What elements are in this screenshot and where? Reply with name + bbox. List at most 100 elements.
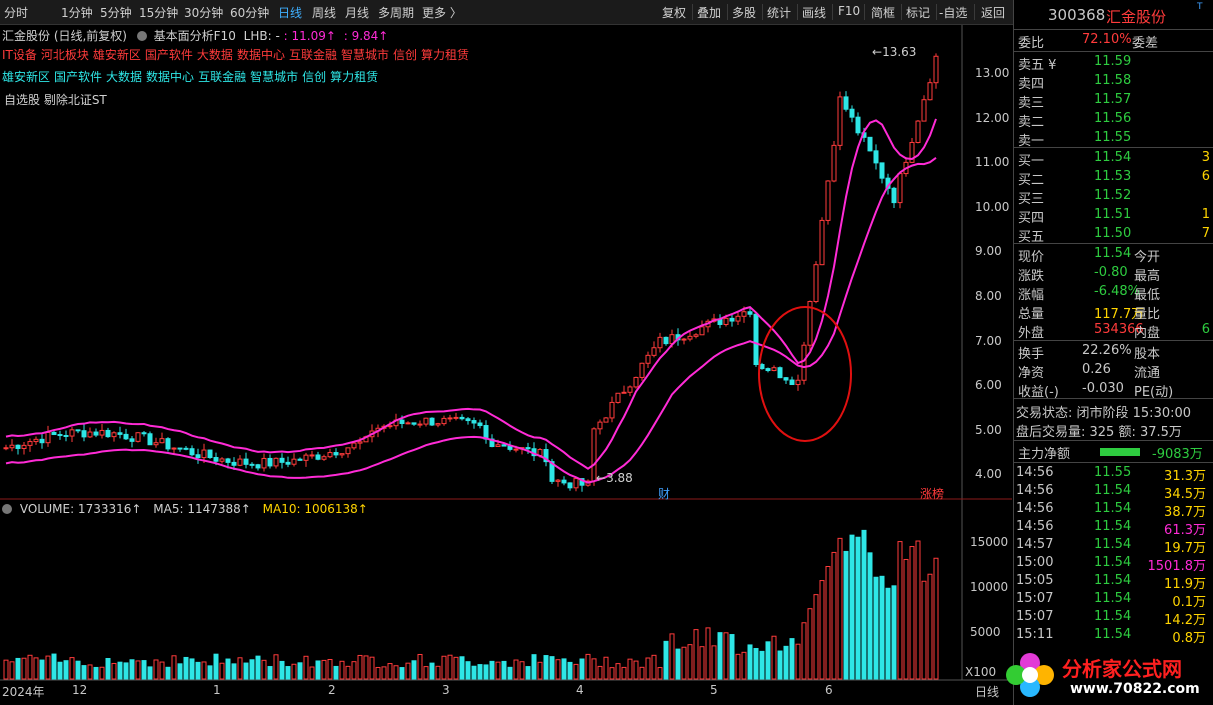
price-tick: 13.00 bbox=[975, 66, 1010, 80]
candle-body bbox=[33, 438, 39, 443]
candle-body bbox=[927, 82, 933, 101]
candle-body bbox=[753, 313, 759, 366]
time-tick: 2 bbox=[328, 683, 336, 697]
price-tick: 4.00 bbox=[975, 467, 1002, 482]
period-more[interactable]: 更多 〉 bbox=[422, 4, 462, 21]
mark-button[interactable]: 标记 bbox=[906, 4, 930, 21]
volume-bar bbox=[411, 660, 417, 680]
concept-tag[interactable]: 大数据 bbox=[197, 48, 233, 62]
kline-chart-area[interactable]: 汇金股份 (日线,前复权) 基本面分析F10 LHB: - : 11.09↑ :… bbox=[0, 25, 1012, 703]
concept-tag[interactable]: 数据中心 bbox=[146, 70, 194, 84]
volume-bar bbox=[747, 644, 753, 680]
volume-bar bbox=[207, 665, 213, 680]
volume-bar bbox=[561, 658, 567, 680]
f10-label[interactable]: 基本面分析F10 bbox=[154, 29, 236, 43]
candle-body bbox=[513, 448, 519, 451]
volume-bar bbox=[615, 663, 621, 680]
volume-bar bbox=[855, 536, 861, 680]
price-tick: 6.00 bbox=[975, 378, 1002, 393]
concept-tag[interactable]: 国产软件 bbox=[145, 48, 193, 62]
concept-tag[interactable]: 算力租赁 bbox=[421, 48, 469, 62]
concept-tag[interactable]: 信创 bbox=[393, 48, 417, 62]
volume-bar bbox=[909, 546, 915, 680]
concept-tag[interactable]: 智慧城市 bbox=[250, 70, 298, 84]
dropdown-circle-icon[interactable] bbox=[136, 31, 147, 41]
fuquan-button[interactable]: 复权 bbox=[662, 4, 686, 21]
period-daily[interactable]: 日线 bbox=[278, 4, 302, 21]
candle-body bbox=[255, 464, 261, 469]
volume-bar bbox=[375, 666, 381, 680]
volume-bar bbox=[159, 661, 165, 680]
simple-frame-button[interactable]: 简框 bbox=[871, 4, 895, 21]
concept-tag[interactable]: 河北板块 bbox=[41, 48, 89, 62]
candle-body bbox=[225, 458, 231, 463]
volume-bar bbox=[603, 656, 609, 680]
period-monthly[interactable]: 月线 bbox=[345, 4, 369, 21]
candle-body bbox=[81, 430, 87, 438]
concept-tag[interactable]: 互联金融 bbox=[289, 48, 337, 62]
period-multi[interactable]: 多周期 bbox=[378, 4, 414, 21]
draw-line-button[interactable]: 画线 bbox=[802, 4, 826, 21]
candle-body bbox=[561, 479, 567, 484]
price-tick: 7.00 bbox=[975, 333, 1002, 348]
time-tick: 2024年 bbox=[2, 685, 45, 699]
candle-body bbox=[9, 444, 15, 449]
candle-body bbox=[573, 478, 579, 489]
concept-tag[interactable]: 互联金融 bbox=[198, 70, 246, 84]
period-30min[interactable]: 30分钟 bbox=[184, 4, 223, 21]
candle-body bbox=[105, 429, 111, 438]
concept-tag[interactable]: 国产软件 bbox=[54, 70, 102, 84]
concept-tag[interactable]: 算力租赁 bbox=[330, 70, 378, 84]
period-1min[interactable]: 1分钟 bbox=[61, 4, 93, 21]
candle-body bbox=[117, 432, 123, 435]
period-15min[interactable]: 15分钟 bbox=[139, 4, 178, 21]
ask-row: 卖一 11.55 bbox=[1018, 130, 1132, 149]
volume-bar bbox=[489, 660, 495, 680]
concept-tag[interactable]: 数据中心 bbox=[237, 48, 285, 62]
cai-marker[interactable]: 财 bbox=[658, 485, 670, 502]
volume-header: VOLUME: 1733316↑ MA5: 1147388↑ MA10: 100… bbox=[2, 502, 368, 516]
back-button[interactable]: 返回 bbox=[981, 4, 1005, 21]
candle-body bbox=[219, 458, 225, 462]
candle-body bbox=[129, 438, 135, 442]
stats-button[interactable]: 统计 bbox=[767, 4, 791, 21]
candle-body bbox=[765, 368, 771, 372]
logo-title: 分析家公式网 bbox=[1062, 657, 1182, 681]
stock-code: 300368 bbox=[1048, 6, 1106, 24]
period-5min[interactable]: 5分钟 bbox=[100, 4, 132, 21]
period-weekly[interactable]: 周线 bbox=[312, 4, 336, 21]
candle-body bbox=[465, 418, 471, 422]
concept-tag[interactable]: IT设备 bbox=[2, 48, 37, 62]
volume-bar bbox=[399, 667, 405, 680]
volume-bar bbox=[219, 662, 225, 680]
concept-tag[interactable]: 雄安新区 bbox=[93, 48, 141, 62]
concept-tag[interactable]: 信创 bbox=[302, 70, 326, 84]
volume-dropdown-icon[interactable] bbox=[2, 504, 12, 514]
stat-row: 现价 11.54 今开 bbox=[1018, 246, 1161, 265]
concept-tag[interactable]: 雄安新区 bbox=[2, 70, 50, 84]
volume-bar bbox=[267, 666, 273, 680]
period-60min[interactable]: 60分钟 bbox=[230, 4, 269, 21]
candle-body bbox=[267, 457, 273, 467]
candle-body bbox=[39, 438, 45, 444]
overlay-button[interactable]: 叠加 bbox=[697, 4, 721, 21]
candle-body bbox=[501, 444, 507, 447]
concept-tag[interactable]: 智慧城市 bbox=[341, 48, 389, 62]
candle-body bbox=[447, 417, 453, 420]
candle-body bbox=[87, 431, 93, 438]
volume-bar bbox=[285, 666, 291, 680]
volume-bar bbox=[3, 659, 9, 680]
period-fenshi[interactable]: 分时 bbox=[4, 4, 28, 21]
axis-corner-label[interactable]: 日线 bbox=[975, 683, 999, 700]
candle-body bbox=[3, 447, 9, 450]
f10-button[interactable]: F10 bbox=[838, 4, 860, 18]
remove-watchlist-button[interactable]: -自选 bbox=[939, 4, 967, 21]
candle-body bbox=[171, 447, 177, 450]
concept-tag[interactable]: 大数据 bbox=[106, 70, 142, 84]
candle-body bbox=[555, 479, 561, 482]
tick-row: 14:57 11.54 19.7万 bbox=[1016, 537, 1206, 556]
candle-body bbox=[405, 422, 411, 425]
zhangbang-marker[interactable]: 涨榜 bbox=[920, 485, 944, 502]
candle-body bbox=[699, 326, 705, 336]
multi-stock-button[interactable]: 多股 bbox=[732, 4, 756, 21]
